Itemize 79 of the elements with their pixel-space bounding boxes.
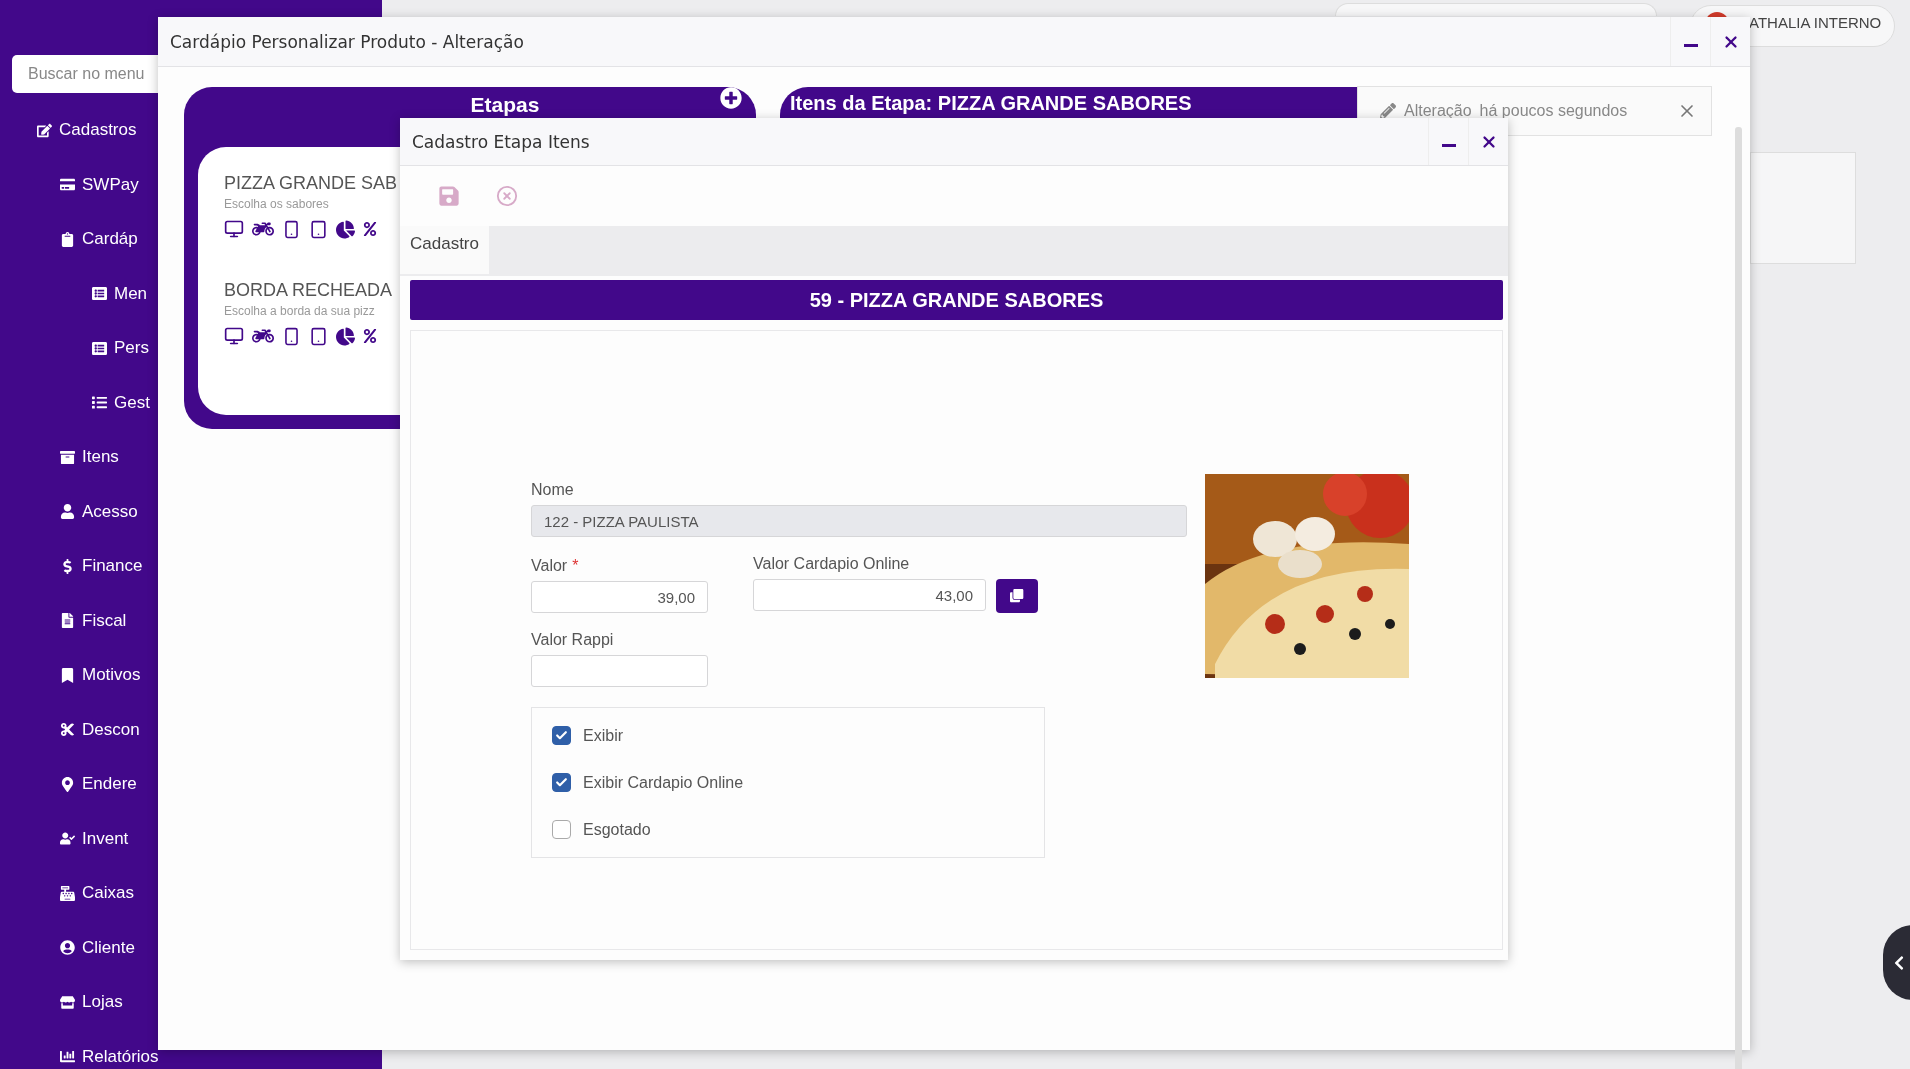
minimize-icon <box>1683 44 1698 47</box>
pie-chart-icon <box>336 326 355 346</box>
check-icon <box>555 729 568 742</box>
menu-item[interactable]: Lojas <box>0 975 158 1030</box>
menu-item[interactable]: Cadastros <box>0 103 158 158</box>
pie-chart-icon <box>336 219 355 239</box>
window-title: Cardápio Personalizar Produto - Alteração <box>169 31 525 52</box>
menu-icon <box>92 395 107 411</box>
menu-item[interactable]: Caixas <box>0 866 158 921</box>
menu-item[interactable]: Relatórios <box>0 1029 158 1069</box>
panel-title: Etapas <box>470 93 540 117</box>
menu-item[interactable]: Fiscal <box>0 593 158 648</box>
minimize-icon <box>1441 144 1456 147</box>
menu-icon <box>60 831 75 847</box>
menu-item[interactable]: Endere <box>0 757 158 812</box>
banner: 59 - PIZZA GRANDE SABORES <box>410 280 1503 320</box>
menu-item[interactable]: Finance <box>0 539 158 594</box>
checkbox[interactable] <box>552 726 571 745</box>
monitor-icon <box>224 326 244 346</box>
menu-icon <box>60 504 75 520</box>
phone-icon <box>282 219 301 239</box>
menu-item[interactable]: SWPay <box>0 157 158 212</box>
field-label: Valor Cardapio Online <box>753 555 911 573</box>
menu-icon <box>92 340 107 356</box>
step-title: PIZZA GRANDE SAB <box>224 173 399 194</box>
checkbox[interactable] <box>552 773 571 792</box>
online-price-field[interactable]: 43,00 <box>753 579 986 611</box>
search-field[interactable]: Buscar no menu <box>12 55 158 93</box>
monitor-icon <box>224 219 244 239</box>
menu-icon <box>60 231 75 247</box>
field-label: Nome <box>531 481 575 499</box>
menu-icon <box>92 286 107 302</box>
menu-item[interactable]: Gest <box>0 375 158 430</box>
menu-item[interactable]: Itens <box>0 430 158 485</box>
checkbox-label: Exibir Cardapio Online <box>583 773 744 792</box>
add-button[interactable] <box>720 87 742 109</box>
check-icon <box>555 776 568 789</box>
step-title: BORDA RECHEADA <box>224 280 394 301</box>
step-subtitle: Escolha a borda da sua pizz <box>224 304 376 318</box>
menu-icon <box>37 122 52 138</box>
checkbox-label: Esgotado <box>583 820 651 839</box>
menu-icon <box>60 776 75 792</box>
menu-icon <box>60 1049 75 1065</box>
percent-icon <box>363 222 377 236</box>
menu-icon <box>60 667 75 683</box>
menu-icon <box>60 885 75 901</box>
menu-item[interactable]: Invent <box>0 811 158 866</box>
tab[interactable]: Cadastro <box>400 226 489 274</box>
price-field[interactable]: 39,00 <box>531 581 708 613</box>
menu-item[interactable]: Cliente <box>0 920 158 975</box>
menu-item[interactable]: Men <box>0 266 158 321</box>
scrollbar[interactable] <box>1735 127 1742 1069</box>
tablet-icon <box>309 219 328 239</box>
menu-icon <box>60 449 75 465</box>
checkbox-label: Exibir <box>583 726 623 745</box>
checkbox[interactable] <box>552 820 571 839</box>
menu-item[interactable]: Motivos <box>0 648 158 703</box>
menu-item[interactable]: Pers <box>0 321 158 376</box>
dialog-title: Cadastro Etapa Itens <box>411 131 591 152</box>
tablet-icon <box>309 326 328 346</box>
menu-icon <box>60 613 75 629</box>
user-name: ATHALIA INTERNO <box>1749 14 1882 31</box>
menu-item[interactable]: Cardáp <box>0 212 158 267</box>
rappi-price-field[interactable] <box>531 655 708 687</box>
copy-button[interactable] <box>996 579 1038 613</box>
menu-icon <box>60 940 75 956</box>
phone-icon <box>282 326 301 346</box>
pencil-icon <box>1380 103 1396 119</box>
menu-icon <box>60 722 75 738</box>
menu-item[interactable]: Descon <box>0 702 158 757</box>
menu-icon <box>60 994 75 1010</box>
toast-action: Alteração <box>1404 102 1472 120</box>
percent-icon <box>363 329 377 343</box>
field-label: Valor Rappi <box>531 631 615 649</box>
menu-item[interactable]: Acesso <box>0 484 158 539</box>
step-subtitle: Escolha os sabores <box>224 197 330 211</box>
copy-icon <box>1010 589 1024 603</box>
menu-icon <box>60 177 75 193</box>
field-label: Valor * <box>531 557 580 575</box>
